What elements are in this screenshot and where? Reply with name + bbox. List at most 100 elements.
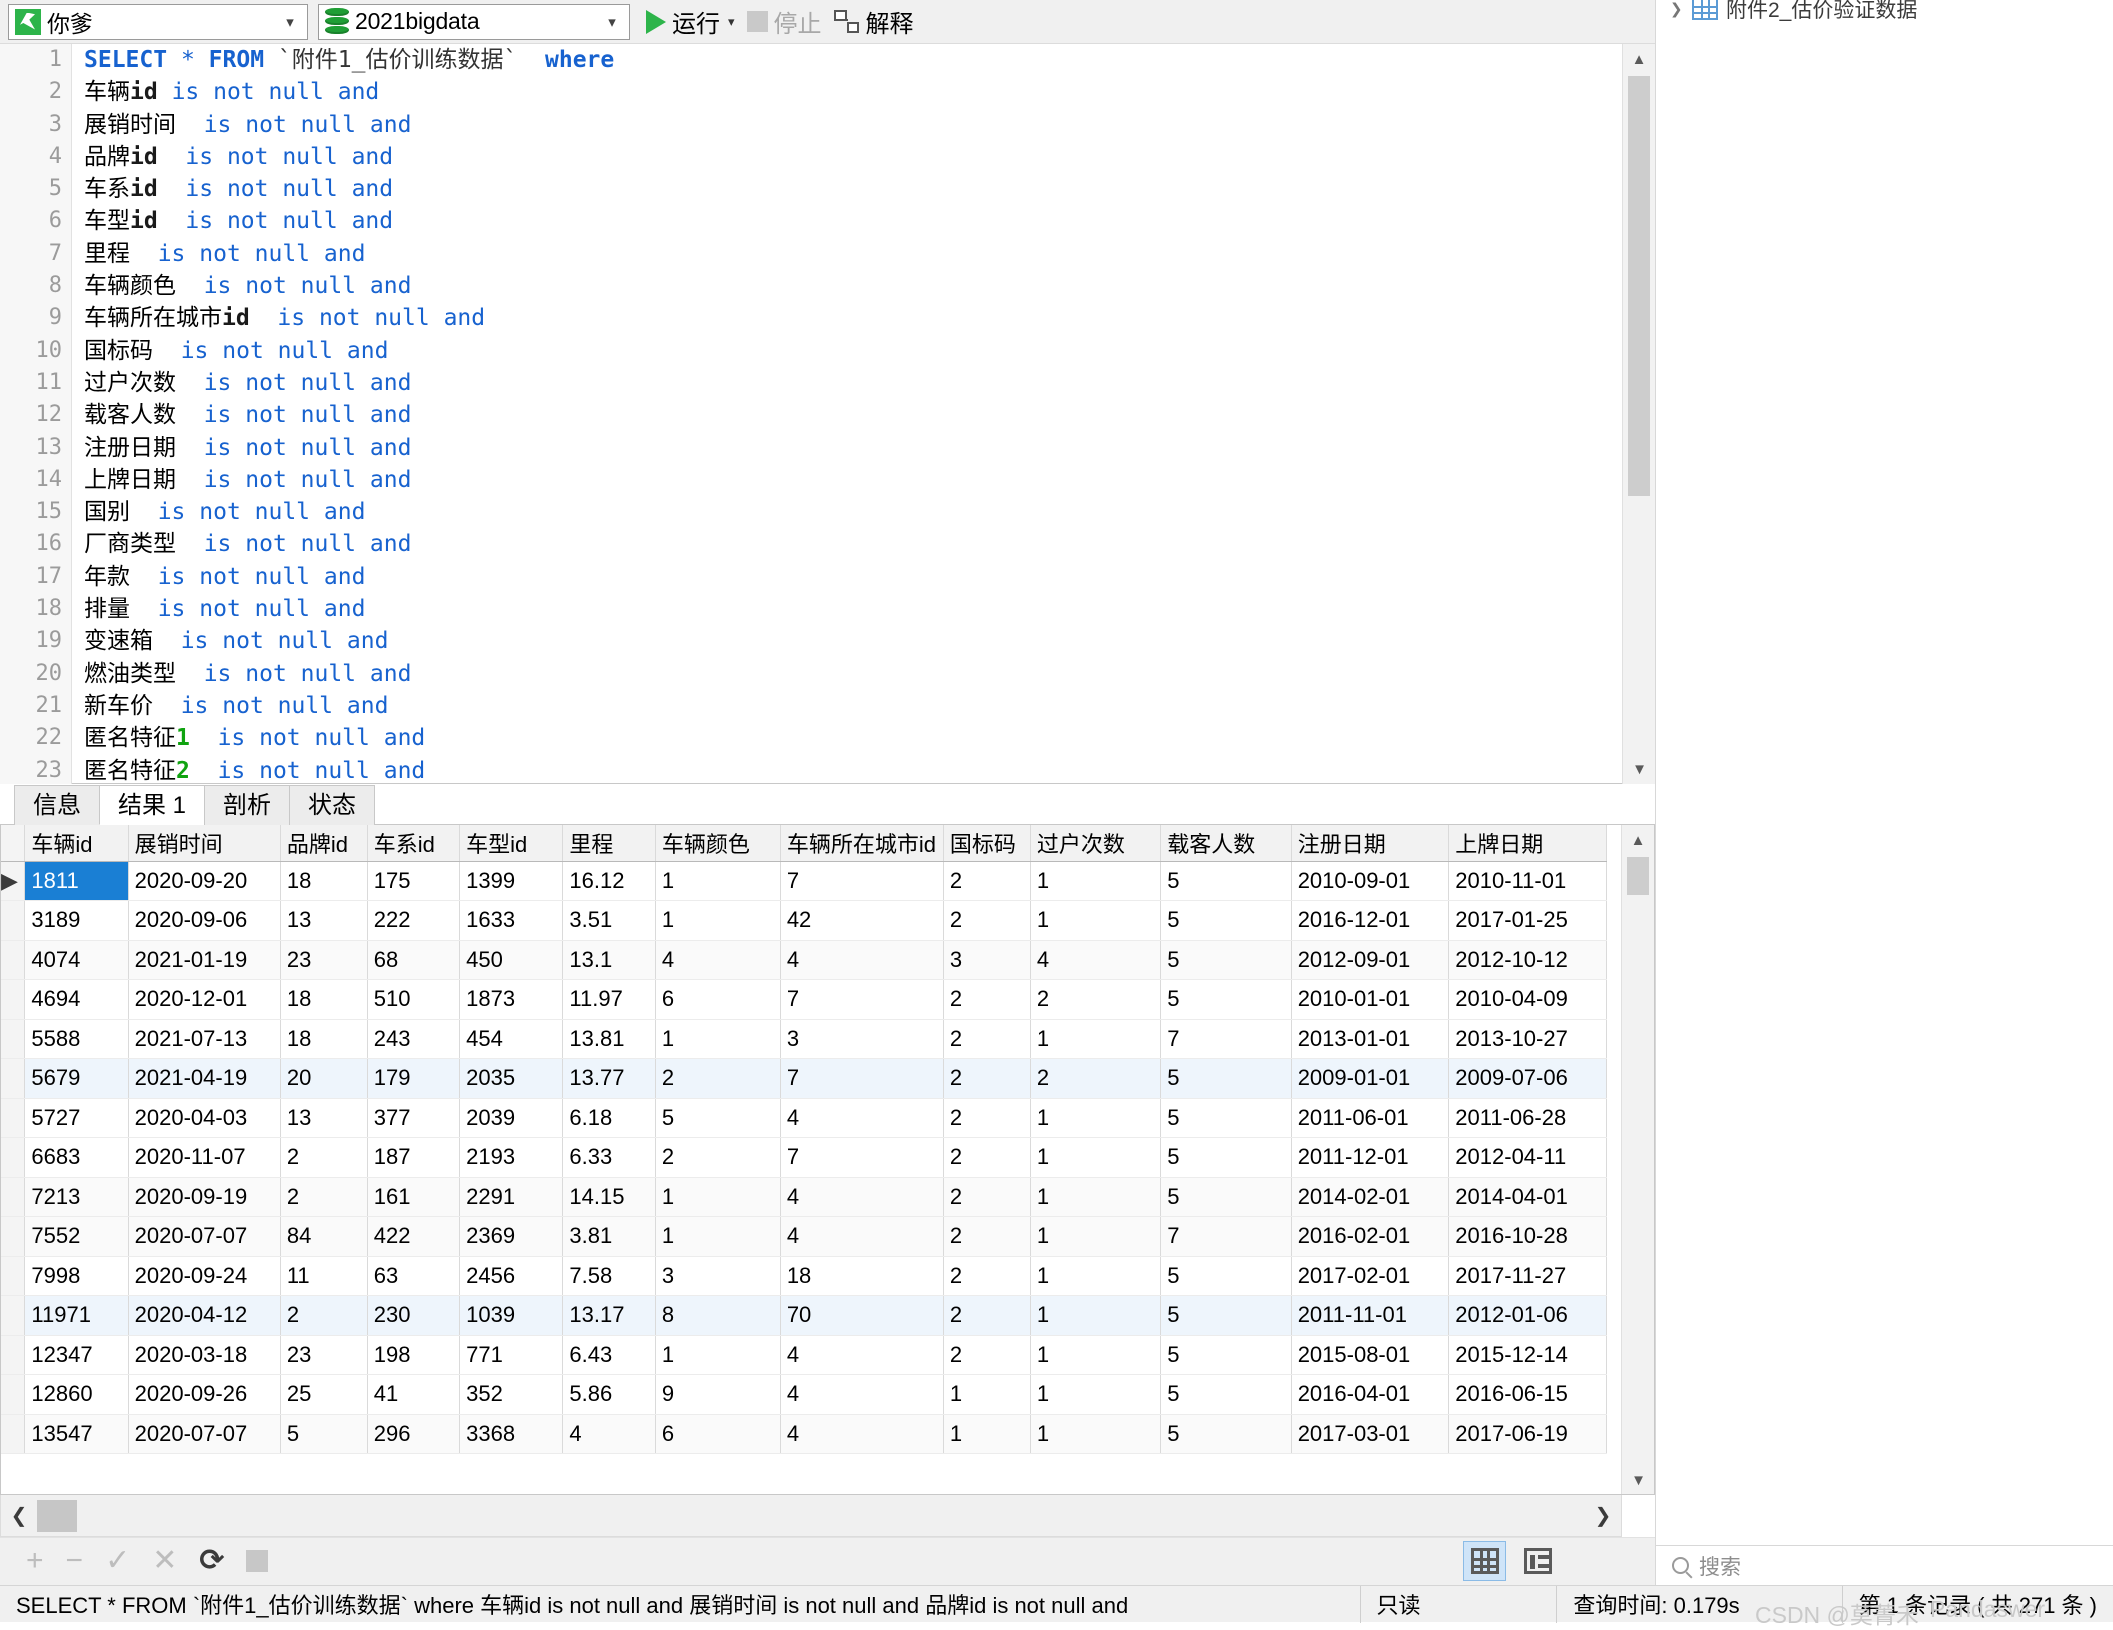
table-cell[interactable]: 2013-01-01 <box>1291 1019 1450 1059</box>
table-cell[interactable]: 422 <box>367 1216 461 1257</box>
table-cell[interactable]: 12347 <box>24 1335 129 1375</box>
table-cell[interactable]: 1 <box>1030 900 1162 941</box>
table-cell[interactable]: 18 <box>280 1019 368 1059</box>
table-cell[interactable]: 2 <box>943 1295 1031 1336</box>
add-record-button[interactable]: + <box>26 1544 44 1578</box>
table-cell[interactable]: 5 <box>1160 1295 1292 1336</box>
table-cell[interactable]: 2016-06-15 <box>1448 1374 1607 1415</box>
table-cell[interactable]: 3 <box>780 1019 944 1059</box>
table-cell[interactable]: 2 <box>943 861 1031 901</box>
explain-button[interactable]: 解释 <box>828 2 920 42</box>
form-view-button[interactable] <box>1516 1541 1559 1581</box>
table-cell[interactable]: 2 <box>655 1137 781 1178</box>
row-selector[interactable] <box>1 1414 26 1454</box>
cancel-edit-button[interactable]: ✕ <box>152 1544 177 1578</box>
table-cell[interactable]: 2010-01-01 <box>1291 979 1450 1020</box>
table-cell[interactable]: 6 <box>655 1414 781 1454</box>
table-cell[interactable]: 5 <box>1160 1414 1292 1454</box>
table-cell[interactable]: 68 <box>367 940 461 980</box>
table-cell[interactable]: 4 <box>562 1414 656 1454</box>
table-cell[interactable]: 1 <box>1030 1414 1162 1454</box>
row-selector[interactable] <box>1 979 26 1020</box>
table-cell[interactable]: 4 <box>780 940 944 980</box>
table-cell[interactable]: 5 <box>1160 940 1292 980</box>
table-cell[interactable]: 2017-03-01 <box>1291 1414 1450 1454</box>
table-cell[interactable]: 18 <box>280 979 368 1020</box>
table-cell[interactable]: 2 <box>943 1137 1031 1178</box>
table-cell[interactable]: 3368 <box>459 1414 564 1454</box>
table-cell[interactable]: 2011-11-01 <box>1291 1295 1450 1336</box>
table-cell[interactable]: 2 <box>943 979 1031 1020</box>
table-cell[interactable]: 4074 <box>24 940 129 980</box>
table-cell[interactable]: 5588 <box>24 1019 129 1059</box>
table-cell[interactable]: 1 <box>1030 1335 1162 1375</box>
table-cell[interactable]: 2 <box>943 1058 1031 1099</box>
table-cell[interactable]: 20 <box>280 1058 368 1099</box>
table-cell[interactable]: 1399 <box>459 861 564 901</box>
table-cell[interactable]: 7998 <box>24 1256 129 1296</box>
table-cell[interactable]: 1873 <box>459 979 564 1020</box>
column-header-2[interactable]: 品牌id <box>280 825 368 862</box>
code-line[interactable]: 车辆颜色 is not null and <box>84 270 1621 302</box>
table-cell[interactable]: 771 <box>459 1335 564 1375</box>
table-cell[interactable]: 2 <box>1030 979 1162 1020</box>
table-cell[interactable]: 2021-07-13 <box>128 1019 281 1059</box>
table-cell[interactable]: 70 <box>780 1295 944 1336</box>
table-cell[interactable]: 2020-09-24 <box>128 1256 281 1296</box>
table-cell[interactable]: 7213 <box>24 1177 129 1217</box>
table-cell[interactable]: 5 <box>1160 1335 1292 1375</box>
table-cell[interactable]: 2015-12-14 <box>1448 1335 1607 1375</box>
table-cell[interactable]: 510 <box>367 979 461 1020</box>
scroll-thumb[interactable] <box>1628 76 1650 496</box>
table-cell[interactable]: 23 <box>280 1335 368 1375</box>
table-cell[interactable]: 4 <box>780 1098 944 1138</box>
row-selector[interactable] <box>1 1177 26 1217</box>
table-cell[interactable]: 4 <box>780 1414 944 1454</box>
table-cell[interactable]: 25 <box>280 1374 368 1415</box>
column-header-9[interactable]: 过户次数 <box>1030 825 1162 862</box>
column-header-12[interactable]: 上牌日期 <box>1448 825 1607 862</box>
table-cell[interactable]: 377 <box>367 1098 461 1138</box>
table-cell[interactable]: 296 <box>367 1414 461 1454</box>
table-cell[interactable]: 1 <box>943 1374 1031 1415</box>
column-header-8[interactable]: 国标码 <box>943 825 1031 862</box>
table-cell[interactable]: 1039 <box>459 1295 564 1336</box>
table-cell[interactable]: 2 <box>280 1137 368 1178</box>
table-cell[interactable]: 1 <box>655 1335 781 1375</box>
table-cell[interactable]: 5 <box>1160 900 1292 941</box>
chevron-down-icon[interactable]: ▾ <box>728 14 735 30</box>
table-cell[interactable]: 2013-10-27 <box>1448 1019 1607 1059</box>
table-cell[interactable]: 179 <box>367 1058 461 1099</box>
table-cell[interactable]: 2020-09-26 <box>128 1374 281 1415</box>
tab-2[interactable]: 剖析 <box>204 785 290 825</box>
table-cell[interactable]: 4 <box>780 1335 944 1375</box>
table-cell[interactable]: 5727 <box>24 1098 129 1138</box>
table-cell[interactable]: 7 <box>780 1058 944 1099</box>
table-cell[interactable]: 2020-12-01 <box>128 979 281 1020</box>
table-cell[interactable]: 161 <box>367 1177 461 1217</box>
table-cell[interactable]: 2012-10-12 <box>1448 940 1607 980</box>
table-cell[interactable]: 5 <box>655 1098 781 1138</box>
column-header-7[interactable]: 车辆所在城市id <box>780 825 944 862</box>
table-cell[interactable]: 6 <box>655 979 781 1020</box>
table-cell[interactable]: 42 <box>780 900 944 941</box>
row-selector[interactable] <box>1 1374 26 1415</box>
table-cell[interactable]: 2020-03-18 <box>128 1335 281 1375</box>
tab-1[interactable]: 结果 1 <box>99 785 206 825</box>
table-cell[interactable]: 1 <box>655 1019 781 1059</box>
table-cell[interactable]: 5.86 <box>562 1374 656 1415</box>
scroll-down-icon[interactable]: ▼ <box>1623 754 1656 784</box>
code-line[interactable]: 排量 is not null and <box>84 593 1621 625</box>
chevron-right-icon[interactable]: ❯ <box>1670 0 1684 18</box>
table-row[interactable]: 11971 2020-04-12 2 230 1039 13.17 8 70 2 1 5 2011-1… <box>1 1295 1607 1336</box>
table-cell[interactable]: 2035 <box>459 1058 564 1099</box>
table-cell[interactable]: 2011-06-28 <box>1448 1098 1607 1138</box>
table-cell[interactable]: 2 <box>280 1295 368 1336</box>
table-cell[interactable]: 2 <box>280 1177 368 1217</box>
table-cell[interactable]: 1 <box>655 1216 781 1257</box>
table-row[interactable]: 12860 2020-09-26 25 41 352 5.86 9 4 1 1 5 2016-04-0… <box>1 1374 1607 1415</box>
table-cell[interactable]: 1 <box>1030 1137 1162 1178</box>
code-line[interactable]: 车辆所在城市id is not null and <box>84 302 1621 334</box>
table-cell[interactable]: 9 <box>655 1374 781 1415</box>
code-line[interactable]: 厂商类型 is not null and <box>84 528 1621 560</box>
